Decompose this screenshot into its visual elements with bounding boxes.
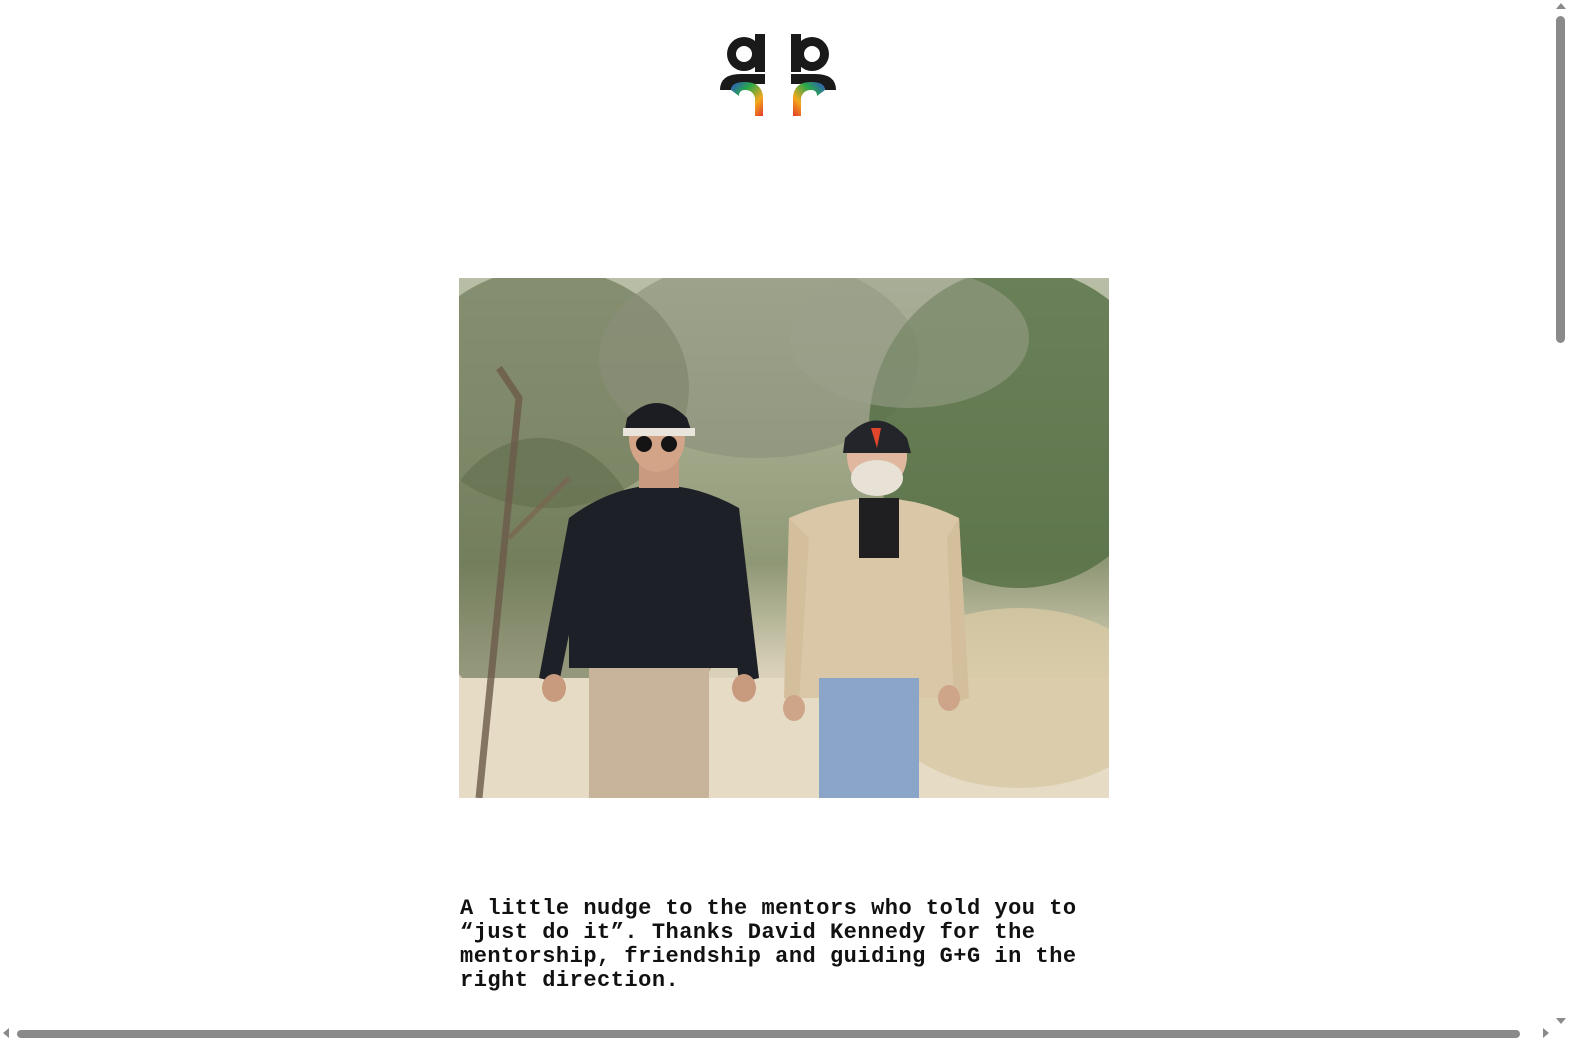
- vertical-scroll-thumb[interactable]: [1556, 16, 1565, 343]
- scroll-up-arrow-icon[interactable]: [1556, 3, 1566, 9]
- scroll-right-arrow-icon[interactable]: [1543, 1028, 1549, 1038]
- horizontal-scrollbar[interactable]: [0, 1025, 1553, 1038]
- caption-text: A little nudge to the mentors who told y…: [460, 896, 1077, 993]
- scroll-down-arrow-icon[interactable]: [1556, 1018, 1566, 1024]
- scrollbar-corner: [1553, 1038, 1584, 1053]
- page-viewport: A little nudge to the mentors who told y…: [0, 0, 1568, 1038]
- photo-two-men-walking: [459, 278, 1109, 798]
- vertical-scrollbar[interactable]: [1553, 0, 1568, 1038]
- horizontal-scroll-thumb[interactable]: [17, 1030, 1520, 1038]
- gg-logo-icon[interactable]: [717, 30, 839, 120]
- scroll-left-arrow-icon[interactable]: [3, 1028, 9, 1038]
